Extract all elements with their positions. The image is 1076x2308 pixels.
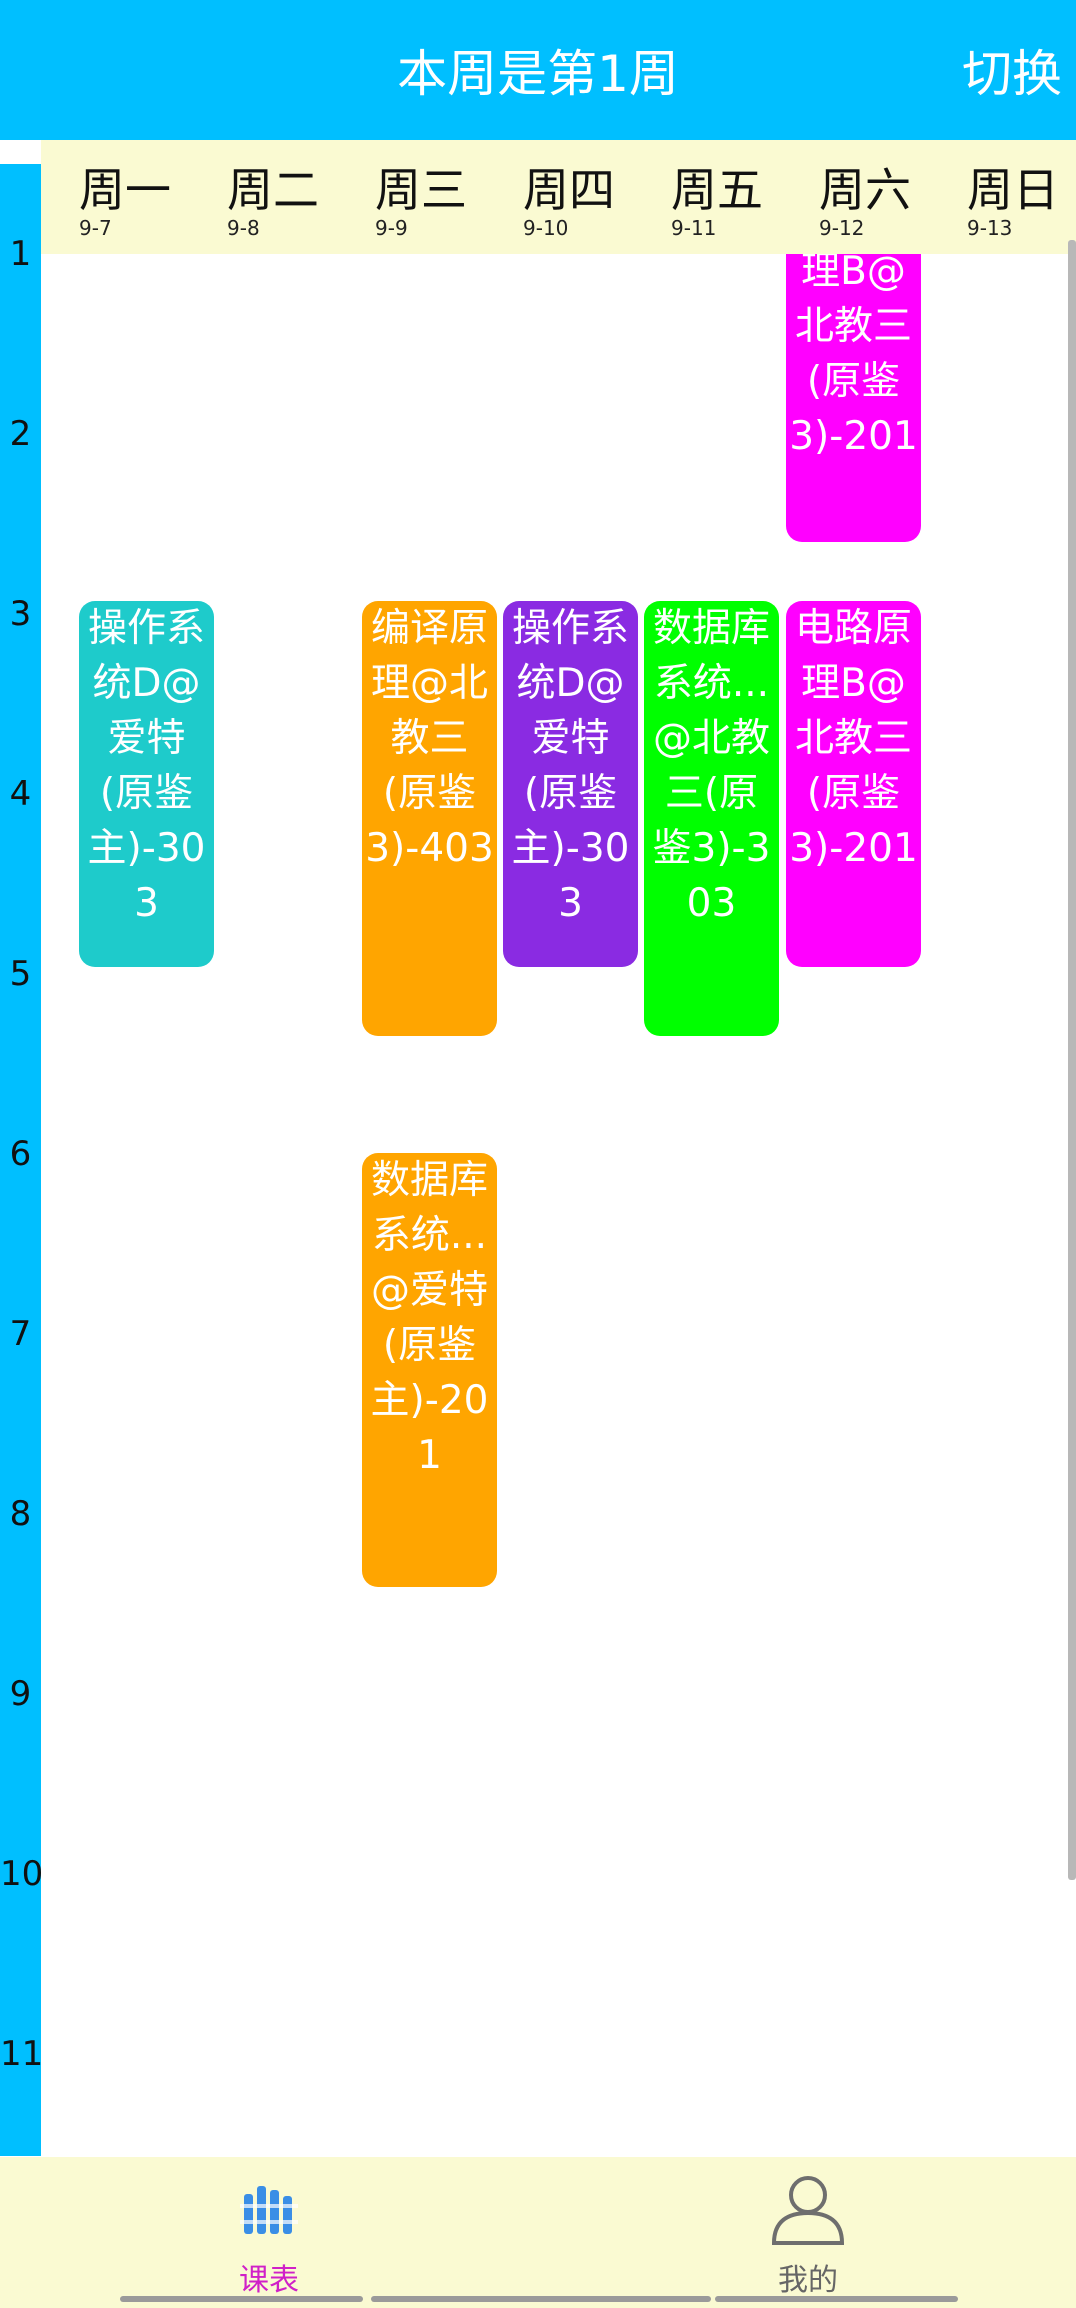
period-number: 7 [9, 1314, 32, 1354]
day-date: 9-10 [523, 216, 569, 240]
course-card-monday[interactable]: 操作系统D@爱特(原鉴主)-303 [79, 601, 214, 967]
home-indicator [715, 2296, 958, 2302]
period-number: 8 [9, 1494, 32, 1534]
day-column-header: 周四 9-10 [485, 140, 633, 254]
period-number: 4 [9, 774, 32, 814]
period-number: 5 [9, 954, 32, 994]
course-card-wednesday-1[interactable]: 编译原理@北教三(原鉴3)-403 [362, 601, 497, 1036]
switch-button[interactable]: 切换 [962, 0, 1062, 140]
tab-label: 课表 [239, 2263, 299, 2298]
bottom-nav: 课表 我的 [0, 2157, 1076, 2308]
day-name: 周五 [671, 163, 763, 217]
day-name: 周三 [375, 163, 467, 217]
course-card-friday[interactable]: 数据库系统...@北教三(原鉴3)-303 [644, 601, 779, 1036]
home-indicator [371, 2296, 711, 2302]
tab-label: 我的 [778, 2263, 838, 2298]
course-text: 数据库系统...@北教三(原鉴3)-303 [652, 606, 771, 926]
period-column: 1 2 3 4 5 6 7 8 9 10 11 [0, 164, 44, 2156]
course-card-saturday-2[interactable]: 电路原理B@北教三(原鉴3)-201 [786, 601, 921, 967]
period-number: 1 [9, 234, 32, 274]
day-date: 9-9 [375, 216, 408, 240]
course-text: 电路原理B@北教三(原鉴3)-201 [789, 606, 918, 871]
day-name: 周日 [967, 163, 1059, 217]
period-number: 3 [9, 594, 32, 634]
day-column-header: 周三 9-9 [337, 140, 485, 254]
course-text: 操作系统D@爱特(原鉴主)-303 [511, 606, 630, 926]
period-number: 2 [9, 414, 32, 454]
day-name: 周一 [79, 163, 171, 217]
day-column-header: 周日 9-13 [929, 140, 1076, 254]
tab-schedule[interactable]: 课表 [119, 2157, 419, 2308]
day-date: 9-8 [227, 216, 260, 240]
course-text: 操作系统D@爱特(原鉴主)-303 [87, 606, 206, 926]
course-card-wednesday-2[interactable]: 数据库系统...@爱特(原鉴主)-201 [362, 1153, 497, 1587]
home-indicator [120, 2296, 363, 2302]
day-header: 周一 9-7 周二 9-8 周三 9-9 周四 9-10 周五 9-11 周六 … [41, 140, 1076, 254]
day-name: 周六 [819, 163, 911, 217]
day-date: 9-12 [819, 216, 865, 240]
period-number: 9 [9, 1674, 32, 1714]
course-text: 编译原理@北教三(原鉴3)-403 [365, 606, 494, 871]
course-text: 数据库系统...@爱特(原鉴主)-201 [370, 1158, 489, 1478]
week-title: 本周是第1周 [397, 45, 679, 103]
tab-mine[interactable]: 我的 [658, 2157, 958, 2308]
day-column-header: 周二 9-8 [189, 140, 337, 254]
day-column-header: 周一 9-7 [41, 140, 189, 254]
day-name: 周四 [523, 163, 615, 217]
period-number: 11 [0, 2034, 44, 2074]
day-date: 9-11 [671, 216, 717, 240]
user-icon [771, 2176, 845, 2245]
day-column-header: 周六 9-12 [781, 140, 929, 254]
day-date: 9-7 [79, 216, 112, 240]
day-date: 9-13 [967, 216, 1013, 240]
vertical-scrollbar[interactable] [1068, 240, 1076, 1880]
day-name: 周二 [227, 163, 319, 217]
period-number: 10 [0, 1854, 44, 1894]
period-number: 6 [9, 1134, 32, 1174]
books-icon [240, 2186, 298, 2234]
day-column-header: 周五 9-11 [633, 140, 781, 254]
top-bar: 本周是第1周 切换 [0, 0, 1076, 140]
course-card-thursday[interactable]: 操作系统D@爱特(原鉴主)-303 [503, 601, 638, 967]
